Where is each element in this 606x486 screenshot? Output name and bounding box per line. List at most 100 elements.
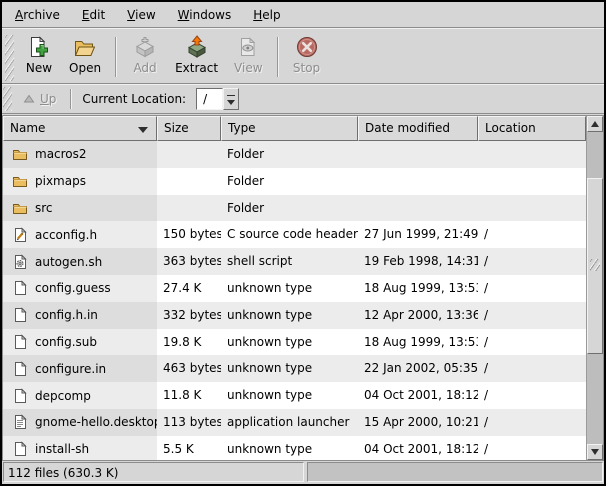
sort-arrow-icon [138,127,148,133]
menu-windows-label: W [178,8,190,22]
file-size: 113 bytes [157,409,221,436]
file-type: unknown type [221,382,358,409]
file-count-status: 112 files (630.3 K) [3,462,304,482]
status-bar: 112 files (630.3 K) [2,461,604,484]
file-date: 04 Oct 2001, 18:12 [358,382,478,409]
file-type: application launcher [221,409,358,436]
location-bar-grip[interactable] [3,87,12,111]
location-bar-separator [70,89,72,109]
progress-bar [307,462,604,482]
column-header-name-label: Name [10,121,45,135]
file-date: 15 Apr 2000, 10:21 [358,409,478,436]
file-name: configure.in [35,362,106,376]
file-size [157,141,221,168]
add-files-icon [133,35,157,59]
menu-edit-label: E [82,8,90,22]
file-name: install-sh [35,442,89,456]
up-button-label: U [40,92,49,106]
menu-windows[interactable]: Windows [167,4,243,26]
extract-icon [185,35,209,59]
file-list: Name Size Type Date modified Location ma… [2,115,604,461]
table-row[interactable]: src Folder [3,195,586,222]
table-row[interactable]: pixmaps Folder [3,168,586,195]
file-date: 27 Jun 1999, 21:49 [358,221,478,248]
folder-icon [12,173,28,189]
column-header-location[interactable]: Location [478,116,586,141]
scrollbar-thumb[interactable] [587,178,603,354]
new-button-label: New [26,61,52,75]
plain-file-icon [12,441,28,457]
table-row[interactable]: macros2 Folder [3,141,586,168]
toolbar-separator [277,37,279,77]
file-name: acconfig.h [35,228,97,242]
folder-icon [12,146,28,162]
vertical-scrollbar[interactable] [586,116,603,460]
plain-file-icon [12,280,28,296]
menu-view-label-rest: iew [135,8,156,22]
open-button[interactable]: Open [61,33,109,77]
location-combo: / [196,88,239,110]
file-name: config.sub [35,335,97,349]
toolbar-grip[interactable] [5,35,14,81]
open-archive-icon [73,35,97,59]
column-header-size[interactable]: Size [157,116,221,141]
location-combo-dropdown-button[interactable] [223,88,239,110]
table-row[interactable]: acconfig.h 150 bytes C source code heade… [3,221,586,248]
table-row[interactable]: autogen.sh 363 bytes shell script 19 Feb… [3,248,586,275]
file-date [358,168,478,195]
scroll-up-button[interactable] [587,116,603,132]
menu-edit[interactable]: Edit [71,4,116,26]
file-type: Folder [221,168,358,195]
scroll-down-button[interactable] [587,444,603,460]
file-date: 18 Aug 1999, 13:53 [358,329,478,356]
file-size: 332 bytes [157,302,221,329]
current-location-label: Current Location: [82,92,186,106]
table-row[interactable]: config.h.in 332 bytes unknown type 12 Ap… [3,302,586,329]
location-combo-value[interactable]: / [196,88,223,110]
file-type: unknown type [221,329,358,356]
new-button[interactable]: New [17,33,61,77]
table-row[interactable]: install-sh 5.5 K unknown type 04 Oct 200… [3,436,586,460]
stop-button: Stop [285,33,329,77]
plain-file-icon [12,307,28,323]
column-header-date-modified[interactable]: Date modified [358,116,478,141]
column-header-type[interactable]: Type [221,116,358,141]
table-row[interactable]: gnome-hello.desktop 113 bytes applicatio… [3,409,586,436]
file-location: / [478,221,586,248]
table-row[interactable]: configure.in 463 bytes unknown type 22 J… [3,355,586,382]
menu-archive[interactable]: Archive [4,4,71,26]
plain-file-icon [12,334,28,350]
add-button-label: Add [133,61,156,75]
file-size: 11.8 K [157,382,221,409]
menu-help-label-rest: elp [262,8,280,22]
file-location: / [478,275,586,302]
file-name: depcomp [35,389,91,403]
file-type: C source code header [221,221,358,248]
file-size: 19.8 K [157,329,221,356]
menu-help[interactable]: Help [242,4,291,26]
table-row[interactable]: config.sub 19.8 K unknown type 18 Aug 19… [3,329,586,356]
file-location: / [478,409,586,436]
extract-button[interactable]: Extract [167,33,226,77]
file-name: pixmaps [35,174,86,188]
view-button-label: View [234,61,262,75]
file-type: unknown type [221,436,358,460]
file-type: shell script [221,248,358,275]
file-date: 22 Jan 2002, 05:35 [358,355,478,382]
menu-windows-label-rest: indows [189,8,231,22]
table-row[interactable]: config.guess 27.4 K unknown type 18 Aug … [3,275,586,302]
file-location: / [478,329,586,356]
menu-archive-label-rest: rchive [23,8,60,22]
archive-manager-window: Archive Edit View Windows Help New Open … [0,0,606,486]
file-location: / [478,302,586,329]
column-header-name[interactable]: Name [3,116,157,141]
file-location [478,141,586,168]
file-location: / [478,248,586,275]
file-size [157,168,221,195]
desktop-file-icon [12,414,28,430]
menu-view[interactable]: View [116,4,166,26]
plain-file-icon [12,361,28,377]
file-size [157,195,221,222]
table-row[interactable]: depcomp 11.8 K unknown type 04 Oct 2001,… [3,382,586,409]
extract-button-label: Extract [175,61,218,75]
